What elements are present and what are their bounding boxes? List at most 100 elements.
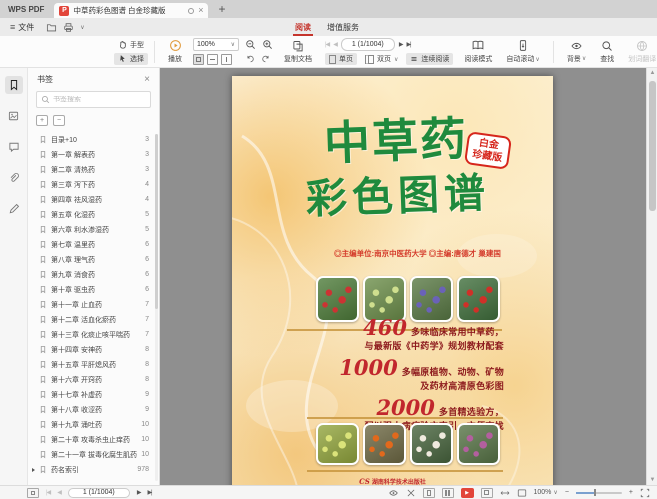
bookmark-list-item[interactable]: 第十章 驱虫药 6 <box>28 282 159 297</box>
expand-caret-icon[interactable] <box>32 468 35 472</box>
zoom-out-icon[interactable] <box>245 39 256 50</box>
bookmark-list-item[interactable]: 第二章 清热药 3 <box>28 162 159 177</box>
fit-width-icon[interactable] <box>207 54 218 65</box>
bookmark-list-item[interactable]: 第十九章 涌吐药 10 <box>28 417 159 432</box>
crossing-arrows-icon[interactable] <box>406 488 416 498</box>
first-page-icon[interactable]: |◀ <box>325 41 329 48</box>
printer-icon[interactable] <box>63 22 74 33</box>
bookmark-list-item[interactable]: 第十四章 安神药 8 <box>28 342 159 357</box>
status-zoom-select[interactable]: 100% ∨ <box>534 489 558 496</box>
first-page-icon[interactable]: |◀ <box>46 489 50 496</box>
prev-page-icon[interactable]: ◀ <box>333 41 337 48</box>
zoom-out-button[interactable]: − <box>565 489 569 496</box>
collapse-all-icon[interactable]: − <box>53 115 65 126</box>
bookmark-list-item[interactable]: 第三章 泻下药 4 <box>28 177 159 192</box>
page-number-field[interactable]: 1 (1/1004) <box>341 38 395 51</box>
double-page-icon[interactable] <box>442 488 454 498</box>
bookmark-list-item[interactable]: 第五章 化湿药 5 <box>28 207 159 222</box>
tab-close-icon[interactable]: × <box>198 6 203 15</box>
bookmark-list-item[interactable]: 第八章 理气药 6 <box>28 252 159 267</box>
bookmark-list-item[interactable]: 第十三章 化痰止咳平喘药 7 <box>28 327 159 342</box>
document-tab[interactable]: P 中草药彩色图谱 白金珍藏版 × <box>54 3 208 18</box>
find-button[interactable]: 查找 <box>593 40 621 64</box>
bookmark-list-item[interactable]: 第六章 利水渗湿药 5 <box>28 222 159 237</box>
bookmark-list-item[interactable]: 药名索引 978 <box>28 462 159 477</box>
attachments-panel-button[interactable] <box>5 169 23 187</box>
document-area[interactable]: 中草药 彩色图谱 白金 珍藏版 ◎主编单位:南京中医药大学 ◎主编:唐德才 巢建… <box>160 68 657 485</box>
actual-size-icon[interactable] <box>221 54 232 65</box>
last-page-icon[interactable]: ▶| <box>406 41 410 48</box>
background-button[interactable]: 背景∨ <box>560 40 593 64</box>
fit-width-icon[interactable] <box>500 488 510 498</box>
vertical-scrollbar[interactable]: ▲ ▼ <box>646 68 657 485</box>
select-tool-button[interactable]: 选择 <box>114 53 148 65</box>
bookmark-list-item[interactable]: 第十一章 止血药 7 <box>28 297 159 312</box>
fit-page-icon[interactable] <box>481 488 493 498</box>
open-folder-icon[interactable] <box>46 22 57 33</box>
bookmark-list-item[interactable]: 第十二章 活血化瘀药 7 <box>28 312 159 327</box>
zoom-slider-handle[interactable] <box>594 489 596 496</box>
fullscreen-icon[interactable] <box>640 488 650 498</box>
reading-window-icon[interactable] <box>517 488 527 498</box>
word-translate-button[interactable]: 划词翻译 <box>621 40 657 64</box>
red-berries-photo <box>316 276 359 322</box>
read-mode-button[interactable]: 阅读模式 <box>457 39 499 64</box>
eye-icon[interactable] <box>388 488 399 498</box>
bookmark-icon <box>39 165 47 174</box>
double-page-button[interactable]: 双页 ∨ <box>361 53 402 65</box>
copy-document-button[interactable]: 复制文档 <box>277 40 319 64</box>
continuous-read-button[interactable]: 连续阅读 <box>406 53 453 65</box>
bookmark-list-item[interactable]: 第十八章 收涩药 9 <box>28 402 159 417</box>
zoom-slider[interactable] <box>576 492 622 494</box>
last-page-icon[interactable]: ▶| <box>147 489 151 496</box>
expand-all-icon[interactable]: + <box>36 115 48 126</box>
bookmark-page-number: 7 <box>145 316 149 323</box>
bookmark-list-item[interactable]: 第十六章 开窍药 8 <box>28 372 159 387</box>
rotate-left-icon[interactable] <box>245 54 255 64</box>
comments-panel-button[interactable] <box>5 138 23 156</box>
zoom-select[interactable]: 100% ∨ <box>193 38 239 51</box>
status-page-field[interactable]: 1 (1/1004) <box>68 488 130 498</box>
new-tab-button[interactable]: + <box>208 2 235 18</box>
sidebar-scrollbar[interactable] <box>155 134 158 481</box>
scroll-up-icon[interactable]: ▲ <box>647 70 657 76</box>
bookmark-list-item[interactable]: 第四章 祛风湿药 4 <box>28 192 159 207</box>
rotate-right-icon[interactable] <box>261 54 271 64</box>
zoom-in-button[interactable]: + <box>629 489 633 496</box>
prev-page-icon[interactable]: ◀ <box>57 489 61 496</box>
bookmark-list-item[interactable]: 第七章 温里药 6 <box>28 237 159 252</box>
single-page-button[interactable]: 单页 <box>325 53 357 65</box>
fit-page-icon[interactable] <box>193 54 204 65</box>
tab-status-icon[interactable] <box>188 8 194 14</box>
tab-reading[interactable]: 阅读 <box>287 18 319 36</box>
bookmark-list-item[interactable]: 第一章 解表药 3 <box>28 147 159 162</box>
tab-value-services[interactable]: 增值服务 <box>319 18 367 36</box>
bookmark-list-item[interactable]: 第九章 消食药 6 <box>28 267 159 282</box>
zoom-in-icon[interactable] <box>262 39 273 50</box>
single-page-icon[interactable] <box>423 488 435 498</box>
app-brand[interactable]: WPS PDF <box>0 5 54 18</box>
chevron-down-icon[interactable]: ∨ <box>80 24 84 31</box>
scroll-down-icon[interactable]: ▼ <box>647 477 657 483</box>
thumbnails-panel-button[interactable] <box>5 107 23 125</box>
bookmark-list-item[interactable]: 第二十一章 拔毒化腐生肌药 10 <box>28 447 159 462</box>
play-button[interactable]: 播放 <box>161 39 189 64</box>
bookmark-list-item[interactable]: 目录+10 3 <box>28 132 159 147</box>
next-page-icon[interactable]: ▶ <box>137 489 141 496</box>
play-slideshow-button[interactable]: ▶ <box>461 488 474 498</box>
bookmark-list-item[interactable]: 第十五章 平肝熄风药 8 <box>28 357 159 372</box>
scrollbar-thumb[interactable] <box>649 81 656 211</box>
bookmarks-panel-button[interactable] <box>5 76 23 94</box>
bookmark-search-input[interactable] <box>53 96 146 103</box>
bookmark-page-number: 9 <box>145 406 149 413</box>
bookmark-list-item[interactable]: 第二十章 攻毒杀虫止痒药 10 <box>28 432 159 447</box>
bookmark-search-box[interactable] <box>36 91 151 108</box>
signature-panel-button[interactable] <box>5 200 23 218</box>
file-menu[interactable]: ≡ 文件 <box>10 22 34 33</box>
bookmark-list-item[interactable]: 第十七章 补虚药 9 <box>28 387 159 402</box>
hand-tool-button[interactable]: 手型 <box>114 39 148 51</box>
next-page-icon[interactable]: ▶ <box>399 41 403 48</box>
thumbnail-toggle-icon[interactable] <box>27 488 39 498</box>
sidebar-close-icon[interactable]: × <box>144 74 150 85</box>
auto-scroll-button[interactable]: 自动滚动∨ <box>499 39 546 64</box>
